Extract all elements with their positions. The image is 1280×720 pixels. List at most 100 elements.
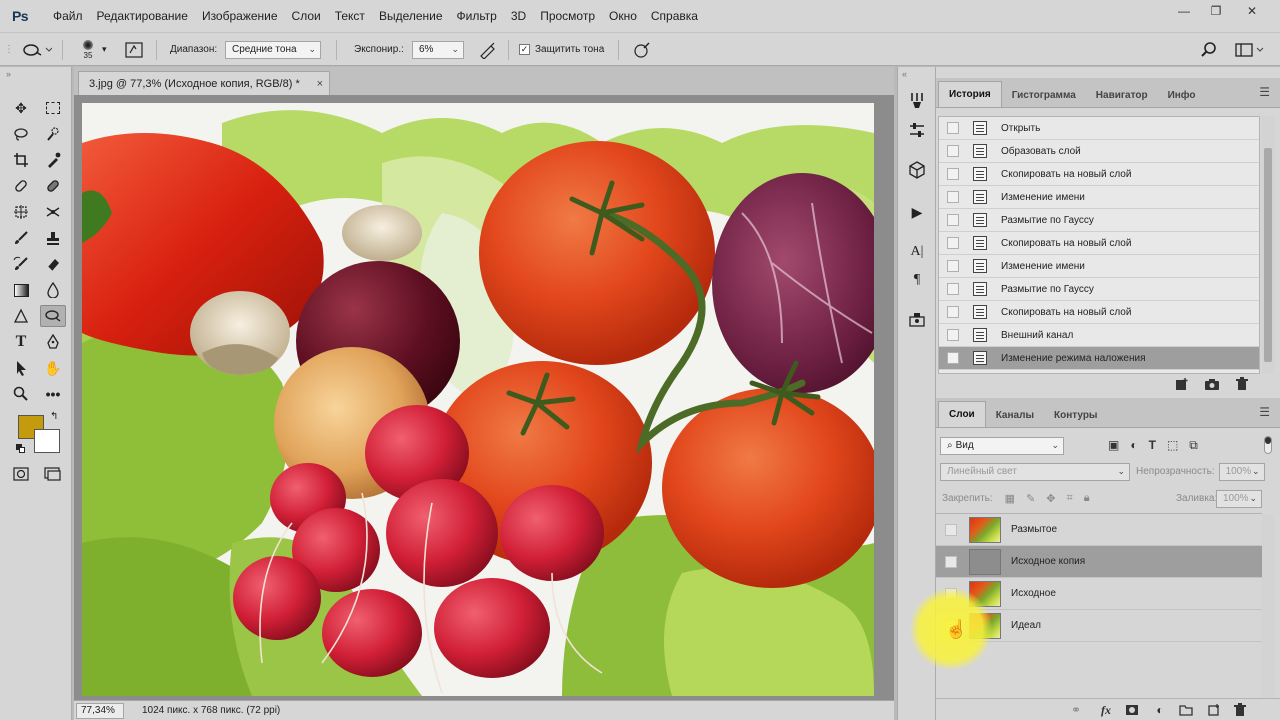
history-source-checkbox[interactable] — [947, 145, 959, 157]
exposure-field[interactable]: 6% ⌄ — [412, 40, 464, 59]
adjustments-panel-icon[interactable] — [906, 119, 928, 141]
brush-preset-picker[interactable]: 35 — [76, 33, 100, 66]
history-scrollbar[interactable] — [1262, 116, 1274, 374]
sharpen-tool[interactable] — [8, 305, 34, 327]
history-brush-panel-icon[interactable] — [906, 89, 928, 111]
history-item[interactable]: Размытие по Гауссу — [939, 278, 1259, 301]
history-item[interactable]: Изменение имени — [939, 255, 1259, 278]
history-source-checkbox[interactable] — [947, 214, 959, 226]
move-tool[interactable]: ✥ — [8, 97, 34, 119]
lock-position-icon[interactable]: ✥ — [1046, 492, 1055, 505]
menu-type[interactable]: Текст — [328, 0, 372, 33]
history-source-checkbox[interactable] — [947, 283, 959, 295]
tab-navigator[interactable]: Навигатор — [1086, 83, 1158, 107]
close-document-icon[interactable]: × — [317, 78, 323, 90]
spot-healing-tool[interactable] — [8, 175, 34, 197]
menu-window[interactable]: Окно — [602, 0, 644, 33]
layer-name[interactable]: Исходное — [1011, 588, 1056, 599]
lasso-tool[interactable] — [8, 123, 34, 145]
menu-file[interactable]: Файл — [46, 0, 90, 33]
shape-filter-icon[interactable]: ⬚ — [1167, 438, 1178, 453]
range-select[interactable]: Средние тона ⌄ — [225, 40, 321, 59]
menu-help[interactable]: Справка — [644, 0, 705, 33]
pen-tool[interactable] — [40, 331, 66, 353]
history-item[interactable]: Изменение режима наложения — [939, 347, 1259, 370]
history-source-checkbox[interactable] — [947, 168, 959, 180]
tab-layers[interactable]: Слои — [938, 401, 986, 427]
crop-tool[interactable] — [8, 149, 34, 171]
menu-layers[interactable]: Слои — [285, 0, 328, 33]
3d-panel-icon[interactable] — [906, 159, 928, 181]
airbrush-toggle[interactable] — [478, 33, 498, 66]
canvas-area[interactable] — [74, 95, 894, 700]
collapse-arrows-icon[interactable]: » — [6, 69, 11, 79]
tab-histogram[interactable]: Гистограмма — [1002, 83, 1086, 107]
tab-paths[interactable]: Контуры — [1044, 403, 1107, 427]
adjustment-layer-icon[interactable]: ◐ — [1150, 700, 1170, 720]
history-item[interactable]: Скопировать на новый слой — [939, 232, 1259, 255]
layers-list[interactable]: Размытое Исходное копия Исходное Идеал — [936, 514, 1280, 698]
blend-mode-select[interactable]: Линейный свет ⌄ — [940, 462, 1130, 481]
history-item[interactable]: Размытие по Гауссу — [939, 209, 1259, 232]
search-button[interactable] — [1200, 33, 1218, 66]
menu-filter[interactable]: Фильтр — [450, 0, 504, 33]
layer-visibility-toggle[interactable] — [945, 555, 957, 568]
filter-toggle-switch[interactable] — [1264, 436, 1272, 454]
protect-tones-checkbox[interactable]: ✓ Защитить тона — [519, 33, 604, 66]
panel-menu-icon[interactable]: ☰ — [1259, 405, 1270, 419]
default-colors-icon[interactable] — [16, 444, 26, 454]
lock-all-icon[interactable]: 🔒︎ — [1084, 492, 1090, 505]
close-window-button[interactable]: ✕ — [1236, 0, 1268, 22]
adjustment-filter-icon[interactable]: ◐ — [1130, 438, 1137, 453]
menu-select[interactable]: Выделение — [372, 0, 450, 33]
dodge-tool[interactable] — [40, 305, 66, 327]
history-item[interactable]: Образовать слой — [939, 140, 1259, 163]
document-image[interactable] — [82, 103, 874, 696]
fx-icon[interactable]: fx — [1096, 700, 1116, 720]
layer-row[interactable]: Идеал — [936, 610, 1262, 642]
type-filter-icon[interactable]: T — [1149, 438, 1156, 453]
link-layers-icon[interactable]: ⚭ — [1066, 700, 1086, 720]
lock-artboard-icon[interactable]: ⌗ — [1067, 492, 1073, 505]
menu-image[interactable]: Изображение — [195, 0, 285, 33]
character-panel-icon[interactable]: A| — [906, 241, 928, 263]
quick-select-tool[interactable] — [40, 123, 66, 145]
red-eye-tool[interactable] — [40, 201, 66, 223]
layer-visibility-toggle[interactable] — [945, 523, 957, 536]
brush-tool[interactable] — [8, 227, 34, 249]
minimize-button[interactable]: — — [1168, 0, 1200, 22]
path-selection-tool[interactable] — [8, 357, 34, 379]
tab-info[interactable]: Инфо — [1158, 83, 1206, 107]
smart-object-filter-icon[interactable]: ⧉ — [1189, 438, 1198, 453]
lock-brush-icon[interactable]: ✎ — [1026, 492, 1035, 505]
collapse-arrows-icon[interactable]: « — [902, 69, 907, 79]
workspace-switcher[interactable] — [1234, 33, 1266, 66]
history-list[interactable]: Открыть Образовать слой Скопировать на нов… — [938, 116, 1260, 374]
brush-dropdown-arrow-icon[interactable]: ▾ — [102, 33, 107, 66]
brush-panel-toggle[interactable] — [124, 33, 144, 66]
history-item[interactable]: Скопировать на новый слой — [939, 301, 1259, 324]
actions-play-icon[interactable]: ▶ — [906, 201, 928, 223]
zoom-tool[interactable] — [8, 383, 34, 405]
opacity-field[interactable]: 100% ⌄ — [1218, 462, 1265, 481]
lock-transparency-icon[interactable]: ▦ — [1005, 492, 1015, 505]
history-source-checkbox[interactable] — [947, 237, 959, 249]
eyedropper-tool[interactable] — [40, 149, 66, 171]
history-source-checkbox[interactable] — [947, 352, 959, 364]
fill-field[interactable]: 100% ⌄ — [1216, 489, 1262, 508]
layer-name[interactable]: Исходное копия — [1011, 556, 1085, 567]
new-group-folder-icon[interactable] — [1176, 700, 1196, 720]
paragraph-panel-icon[interactable]: ¶ — [906, 269, 928, 291]
history-source-checkbox[interactable] — [947, 191, 959, 203]
history-source-checkbox[interactable] — [947, 329, 959, 341]
new-document-from-state-icon[interactable] — [1172, 374, 1192, 394]
marquee-tool[interactable] — [40, 97, 66, 119]
history-item[interactable]: Изменение имени — [939, 186, 1259, 209]
restore-button[interactable]: ❐ — [1200, 0, 1232, 22]
layer-row[interactable]: Исходное — [936, 578, 1262, 610]
eraser-tool[interactable] — [40, 253, 66, 275]
menu-view[interactable]: Просмотр — [533, 0, 602, 33]
layer-name[interactable]: Идеал — [1011, 620, 1041, 631]
gradient-tool[interactable] — [8, 279, 34, 301]
document-tab[interactable]: 3.jpg @ 77,3% (Исходное копия, RGB/8) * … — [78, 71, 330, 95]
